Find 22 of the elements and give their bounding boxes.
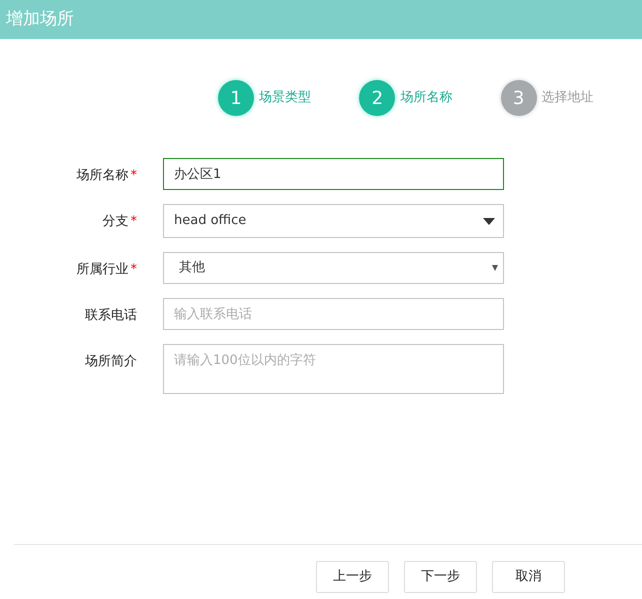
dropdown[interactable]: 其他 bbox=[163, 252, 504, 284]
window-title: 增加场所 bbox=[6, 8, 74, 31]
text-field[interactable]: 办公区1 bbox=[163, 158, 504, 190]
text-field[interactable]: 输入联系电话 bbox=[163, 298, 504, 330]
footer-button[interactable]: 取消 bbox=[492, 561, 565, 593]
field-label: 所属行业 bbox=[76, 261, 128, 279]
field-label: 场所简介 bbox=[85, 353, 137, 371]
step-label: 选择地址 bbox=[542, 89, 594, 108]
required-mark: * bbox=[130, 167, 137, 185]
footer-button[interactable]: 上一步 bbox=[316, 561, 389, 593]
required-mark: * bbox=[130, 213, 137, 231]
step-label: 场所名称 bbox=[400, 89, 452, 108]
field-label: 场所名称 bbox=[76, 167, 128, 185]
dropdown[interactable]: head office bbox=[163, 204, 504, 238]
field-label: 联系电话 bbox=[85, 307, 137, 325]
text-area[interactable]: 请输入100位以内的字符 bbox=[163, 344, 504, 394]
step-label: 场景类型 bbox=[259, 89, 311, 108]
caret-icon bbox=[483, 218, 495, 224]
footer-button[interactable]: 下一步 bbox=[404, 561, 477, 593]
field-label: 分支 bbox=[102, 213, 128, 231]
caret-icon bbox=[492, 265, 498, 271]
required-mark: * bbox=[130, 261, 137, 279]
